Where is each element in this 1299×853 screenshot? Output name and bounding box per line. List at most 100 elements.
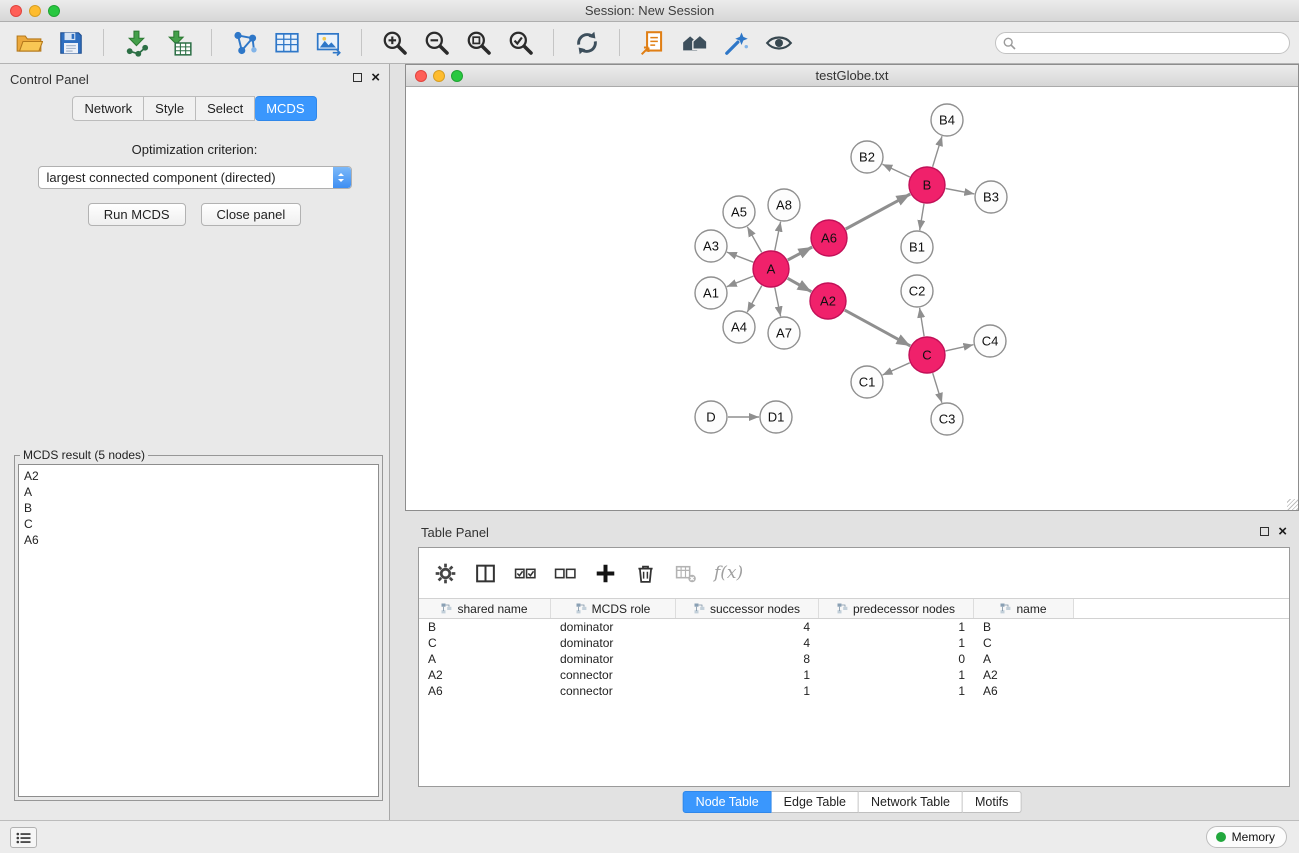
graph-node-A4[interactable]: A4: [723, 311, 755, 343]
tab-mcds[interactable]: MCDS: [255, 96, 316, 121]
graph-node-C3[interactable]: C3: [931, 403, 963, 435]
delete-icon[interactable]: [634, 562, 657, 585]
mcds-result-item[interactable]: A2: [24, 468, 378, 484]
graph-node-B2[interactable]: B2: [851, 141, 883, 173]
close-window-button[interactable]: [10, 5, 22, 17]
memory-button[interactable]: Memory: [1206, 826, 1287, 848]
network-canvas[interactable]: B4 B2 B B3 A5 A8 A6 A3 B1 A C2 A1 A2 A4 A7 C4 C C1 C3 D D1: [406, 87, 1298, 510]
criterion-dropdown[interactable]: largest connected component (directed): [38, 166, 352, 189]
mcds-result-list[interactable]: A2ABCA6: [18, 464, 379, 797]
network-view-window: testGlobe.txt B4 B2 B B3 A5 A8 A6 A3 B1 A C2 A1 A2 A4…: [405, 64, 1299, 511]
graph-node-C1[interactable]: C1: [851, 366, 883, 398]
float-table-panel-icon[interactable]: [1260, 527, 1269, 536]
export-image-icon[interactable]: [312, 27, 345, 59]
table-row[interactable]: A6connector11A6: [419, 683, 1289, 699]
delete-table-icon[interactable]: [674, 562, 697, 585]
float-panel-icon[interactable]: [353, 73, 362, 82]
new-network-icon[interactable]: [228, 27, 261, 59]
graph-node-A3[interactable]: A3: [695, 230, 727, 262]
column-header-shared-name[interactable]: shared name: [419, 599, 551, 618]
refresh-icon[interactable]: [570, 27, 603, 59]
graph-node-A1[interactable]: A1: [695, 277, 727, 309]
add-icon[interactable]: [594, 562, 617, 585]
zoom-selected-icon[interactable]: [504, 27, 537, 59]
function-builder-icon[interactable]: f(x): [714, 563, 743, 583]
graph-node-A8[interactable]: A8: [768, 189, 800, 221]
graph-node-B4[interactable]: B4: [931, 104, 963, 136]
column-header-predecessor-nodes[interactable]: predecessor nodes: [819, 599, 974, 618]
close-network-window-button[interactable]: [415, 70, 427, 82]
tab-motifs[interactable]: Motifs: [963, 791, 1021, 813]
tab-node-table[interactable]: Node Table: [683, 791, 772, 813]
column-browser-icon[interactable]: [474, 562, 497, 585]
table-cell: 1: [676, 667, 819, 683]
graph-node-B3[interactable]: B3: [975, 181, 1007, 213]
fullscreen-window-button[interactable]: [48, 5, 60, 17]
mcds-result-item[interactable]: A6: [24, 532, 378, 548]
open-icon[interactable]: [12, 27, 45, 59]
table-body: Bdominator41BCdominator41CAdominator80AA…: [419, 619, 1289, 699]
mcds-result-item[interactable]: A: [24, 484, 378, 500]
table-cell: A6: [974, 683, 1074, 699]
minimize-network-window-button[interactable]: [433, 70, 445, 82]
tab-select[interactable]: Select: [196, 96, 255, 121]
style-wand-icon[interactable]: [720, 27, 753, 59]
zoom-network-window-button[interactable]: [451, 70, 463, 82]
column-header-MCDS-role[interactable]: MCDS role: [551, 599, 676, 618]
nested-home-icon[interactable]: [678, 27, 711, 59]
svg-text:C1: C1: [859, 375, 876, 390]
resize-grip-icon[interactable]: [1287, 499, 1298, 510]
table-row[interactable]: Bdominator41B: [419, 619, 1289, 635]
search-input[interactable]: [1020, 36, 1281, 50]
table-row[interactable]: Adominator80A: [419, 651, 1289, 667]
table-cell: A: [974, 651, 1074, 667]
eye-icon[interactable]: [762, 27, 795, 59]
tab-edge-table[interactable]: Edge Table: [772, 791, 859, 813]
graph-node-D[interactable]: D: [695, 401, 727, 433]
search-box[interactable]: [995, 32, 1290, 54]
deselect-all-icon[interactable]: [554, 562, 577, 585]
tab-network[interactable]: Network: [72, 96, 144, 121]
criterion-dropdown-value: largest connected component (directed): [47, 170, 276, 185]
graph-node-A6[interactable]: A6: [811, 220, 847, 256]
zoom-out-icon[interactable]: [420, 27, 453, 59]
close-panel-button[interactable]: Close panel: [201, 203, 302, 226]
close-panel-icon[interactable]: ×: [371, 72, 380, 83]
import-network-icon[interactable]: [120, 27, 153, 59]
run-mcds-button[interactable]: Run MCDS: [88, 203, 186, 226]
save-icon[interactable]: [54, 27, 87, 59]
graph-node-C4[interactable]: C4: [974, 325, 1006, 357]
settings-icon[interactable]: [434, 562, 457, 585]
tab-style[interactable]: Style: [144, 96, 196, 121]
control-panel: Control Panel × NetworkStyleSelectMCDS O…: [0, 64, 390, 820]
tab-network-table[interactable]: Network Table: [859, 791, 963, 813]
table-row[interactable]: Cdominator41C: [419, 635, 1289, 651]
mcds-result-item[interactable]: C: [24, 516, 378, 532]
toolbar-separator: [211, 29, 212, 56]
graph-node-A7[interactable]: A7: [768, 317, 800, 349]
graph-node-A5[interactable]: A5: [723, 196, 755, 228]
graph-node-C2[interactable]: C2: [901, 275, 933, 307]
network-window-title: testGlobe.txt: [816, 68, 889, 83]
import-table-icon[interactable]: [162, 27, 195, 59]
column-header-successor-nodes[interactable]: successor nodes: [676, 599, 819, 618]
graph-node-A[interactable]: A: [753, 251, 789, 287]
graph-node-A2[interactable]: A2: [810, 283, 846, 319]
graph-node-B1[interactable]: B1: [901, 231, 933, 263]
task-history-icon[interactable]: [10, 827, 37, 848]
zoom-in-icon[interactable]: [378, 27, 411, 59]
optimization-criterion-label: Optimization criterion:: [0, 142, 389, 157]
graph-node-C[interactable]: C: [909, 337, 945, 373]
zoom-fit-icon[interactable]: [462, 27, 495, 59]
graph-node-D1[interactable]: D1: [760, 401, 792, 433]
table-row[interactable]: A2connector11A2: [419, 667, 1289, 683]
select-all-icon[interactable]: [514, 562, 537, 585]
new-table-icon[interactable]: [270, 27, 303, 59]
table-cell: A2: [419, 667, 551, 683]
close-table-panel-icon[interactable]: ×: [1278, 526, 1287, 537]
graph-node-B[interactable]: B: [909, 167, 945, 203]
column-header-name[interactable]: name: [974, 599, 1074, 618]
mcds-result-item[interactable]: B: [24, 500, 378, 516]
minimize-window-button[interactable]: [29, 5, 41, 17]
neighbors-icon[interactable]: [636, 27, 669, 59]
